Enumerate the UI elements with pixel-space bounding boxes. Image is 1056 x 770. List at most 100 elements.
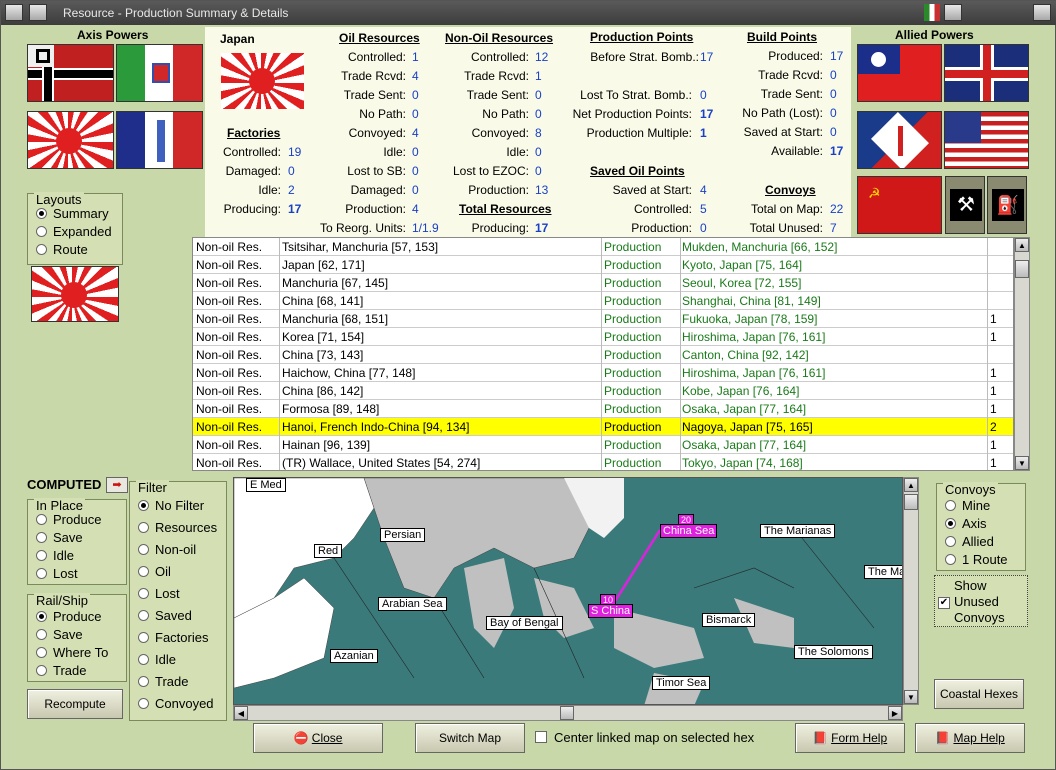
- window: Resource - Production Summary & Details …: [0, 0, 1056, 770]
- ussr-flag[interactable]: ☭: [857, 176, 942, 234]
- stat-value: 5: [700, 202, 707, 216]
- computed-arrow-icon[interactable]: ➡: [106, 477, 128, 493]
- free-france-flag[interactable]: [857, 111, 942, 169]
- table-cell: Production: [604, 402, 662, 416]
- filter-saved-radio[interactable]: Saved: [138, 608, 192, 623]
- convoy-label-china-sea[interactable]: China Sea: [660, 524, 718, 538]
- table-row[interactable]: Non-oil Res. China [86, 142] Production Kob…: [193, 382, 1013, 400]
- stat-value: 22: [830, 202, 844, 216]
- railship-save-radio[interactable]: Save: [36, 627, 83, 642]
- map-vscroll-thumb[interactable]: [904, 494, 918, 510]
- layout-summary-radio[interactable]: Summary: [36, 206, 109, 221]
- table-row[interactable]: Non-oil Res. Hanoi, French Indo-China [94…: [193, 418, 1013, 436]
- oil-derrick-icon[interactable]: ⛽: [987, 176, 1027, 234]
- map-scroll-right[interactable]: ▶: [888, 706, 902, 720]
- table-cell: Hiroshima, Japan [76, 161]: [682, 366, 826, 380]
- inplace-produce-radio[interactable]: Produce: [36, 512, 101, 527]
- map-vertical-scrollbar[interactable]: ▲ ▼: [903, 477, 919, 705]
- map-scroll-up[interactable]: ▲: [904, 478, 918, 492]
- table-scroll-down[interactable]: ▼: [1015, 456, 1029, 470]
- italy-icon[interactable]: [944, 4, 962, 21]
- table-row[interactable]: Non-oil Res. Haichow, China [77, 148] Prod…: [193, 364, 1013, 382]
- resource-route-table[interactable]: Non-oil Res. Tsitsihar, Manchuria [57, 15…: [192, 237, 1014, 471]
- layout-route-radio[interactable]: Route: [36, 242, 88, 257]
- build-points-title: Build Points: [747, 30, 817, 44]
- show-unused-convoys-checkbox[interactable]: ✔ Show Unused Convoys: [934, 575, 1028, 627]
- stat-label: Producing:: [223, 202, 281, 216]
- filter-factories-radio[interactable]: Factories: [138, 630, 208, 645]
- filter-lost-radio[interactable]: Lost: [138, 586, 180, 601]
- map-scroll-down[interactable]: ▼: [904, 690, 918, 704]
- map-hscroll-thumb[interactable]: [560, 706, 574, 720]
- stat-value: 4: [412, 126, 419, 140]
- table-row[interactable]: Non-oil Res. Manchuria [67, 145] Productio…: [193, 274, 1013, 292]
- convoys-1-route-radio[interactable]: 1 Route: [945, 552, 1008, 567]
- table-row[interactable]: Non-oil Res. Manchuria [68, 151] Productio…: [193, 310, 1013, 328]
- stat-value: 4: [412, 69, 419, 83]
- table-row[interactable]: Non-oil Res. Japan [62, 171] Production Kyo…: [193, 256, 1013, 274]
- form-help-button[interactable]: 📕 Form Help: [795, 723, 905, 753]
- inplace-lost-radio[interactable]: Lost: [36, 566, 78, 581]
- close-button[interactable]: ⛔ Close: [253, 723, 383, 753]
- map-horizontal-scrollbar[interactable]: ◀ ▶: [233, 705, 903, 721]
- strategic-map[interactable]: E Med Persian Red Arabian Sea Bay of Ben…: [233, 477, 903, 705]
- filter-oil-radio[interactable]: Oil: [138, 564, 171, 579]
- close-window-button[interactable]: [1033, 4, 1051, 21]
- filter-idle-radio[interactable]: Idle: [138, 652, 176, 667]
- railship-produce-radio[interactable]: Produce: [36, 609, 101, 624]
- coastal-hexes-button[interactable]: Coastal Hexes: [934, 679, 1024, 709]
- convoys-mine-radio[interactable]: Mine: [945, 498, 990, 513]
- switch-map-button[interactable]: Switch Map: [415, 723, 525, 753]
- table-scroll-thumb[interactable]: [1015, 260, 1029, 278]
- japan-flag[interactable]: [27, 111, 114, 169]
- system-menu-button[interactable]: [5, 4, 23, 21]
- table-scrollbar[interactable]: ▲ ▼: [1014, 237, 1030, 471]
- table-row[interactable]: Non-oil Res. China [68, 141] Production Sha…: [193, 292, 1013, 310]
- stat-value: 8: [535, 126, 542, 140]
- italy-flag[interactable]: [116, 44, 203, 102]
- table-cell: Manchuria [68, 151]: [282, 312, 389, 326]
- table-row[interactable]: Non-oil Res. China [73, 143] Production Can…: [193, 346, 1013, 364]
- convoys-allied-radio[interactable]: Allied: [945, 534, 994, 549]
- inplace-idle-radio[interactable]: Idle: [36, 548, 74, 563]
- table-cell: Hanoi, French Indo-China [94, 134]: [282, 420, 470, 434]
- table-row[interactable]: Non-oil Res. Formosa [89, 148] Production O…: [193, 400, 1013, 418]
- filter-convoyed-radio[interactable]: Convoyed: [138, 696, 214, 711]
- filter-trade-radio[interactable]: Trade: [138, 674, 188, 689]
- filter-resources-radio[interactable]: Resources: [138, 520, 217, 535]
- china-flag[interactable]: [857, 44, 942, 102]
- map-help-button[interactable]: 📕 Map Help: [915, 723, 1025, 753]
- map-label-the-marianas: The Marianas: [760, 524, 836, 538]
- railship-trade-radio[interactable]: Trade: [36, 663, 86, 678]
- germany-flag[interactable]: [27, 44, 114, 102]
- total-resources-title: Total Resources: [459, 202, 552, 216]
- table-cell: 1: [990, 384, 997, 398]
- uk-flag[interactable]: [944, 44, 1029, 102]
- table-row[interactable]: Non-oil Res. Tsitsihar, Manchuria [57, 15…: [193, 238, 1013, 256]
- vichy-france-flag[interactable]: [116, 111, 203, 169]
- map-scroll-left[interactable]: ◀: [234, 706, 248, 720]
- recompute-button[interactable]: Recompute: [27, 689, 123, 719]
- filter-non-oil-radio[interactable]: Non-oil: [138, 542, 196, 557]
- convoys-axis-radio[interactable]: Axis: [945, 516, 987, 531]
- japan-small-flag: [31, 266, 119, 322]
- table-row[interactable]: Non-oil Res. (TR) Wallace, United States …: [193, 454, 1013, 470]
- minimize-button[interactable]: [29, 4, 47, 21]
- mines-icon[interactable]: ⚒: [945, 176, 985, 234]
- center-linked-map-checkbox[interactable]: [535, 731, 547, 743]
- table-cell: Mukden, Manchuria [66, 152]: [682, 240, 838, 254]
- inplace-save-radio[interactable]: Save: [36, 530, 83, 545]
- table-row[interactable]: Non-oil Res. Korea [71, 154] Production Hir…: [193, 328, 1013, 346]
- layout-expanded-radio[interactable]: Expanded: [36, 224, 112, 239]
- stat-value: 4: [412, 202, 419, 216]
- table-scroll-up[interactable]: ▲: [1015, 238, 1029, 252]
- total-producing-label: Producing:: [471, 221, 529, 235]
- table-row[interactable]: Non-oil Res. Hainan [96, 139] Production Os…: [193, 436, 1013, 454]
- railship-where-to-radio[interactable]: Where To: [36, 645, 108, 660]
- filter-no-filter-radio[interactable]: No Filter: [138, 498, 204, 513]
- usa-flag[interactable]: [944, 111, 1029, 169]
- table-cell: Production: [604, 330, 662, 344]
- stat-label: Trade Rcvd:: [341, 69, 406, 83]
- convoy-label-s-china[interactable]: S China: [588, 604, 634, 618]
- table-cell: 1: [990, 438, 997, 452]
